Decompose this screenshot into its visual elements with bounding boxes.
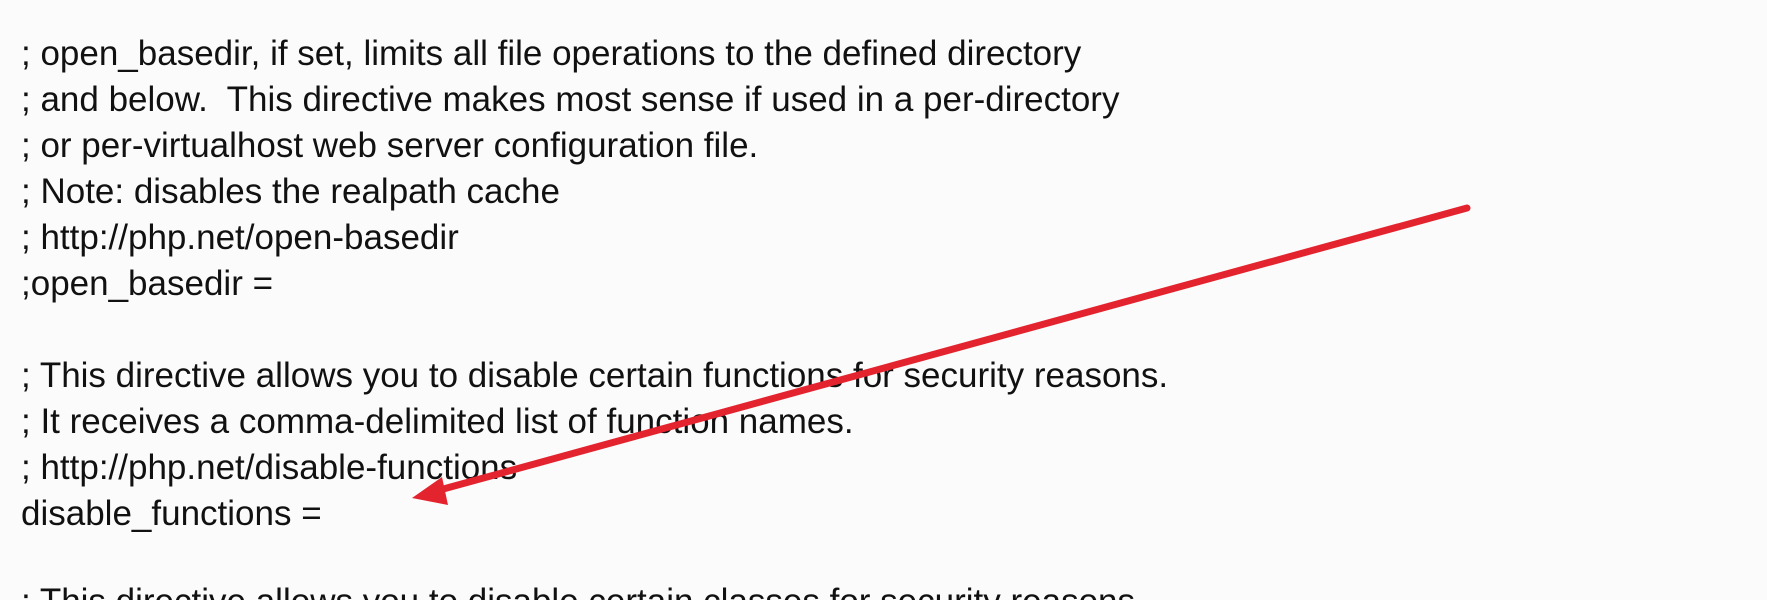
text-line[interactable]: ; This directive allows you to disable c… xyxy=(21,357,1767,403)
text-line[interactable]: ; It receives a comma-delimited list of … xyxy=(21,403,1767,449)
text-line[interactable]: ; and below. This directive makes most s… xyxy=(21,81,1767,127)
text-line[interactable]: ; or per-virtualhost web server configur… xyxy=(21,127,1767,173)
disable-functions-line[interactable]: disable_functions = xyxy=(21,495,1767,541)
text-line[interactable]: ; http://php.net/disable-functions xyxy=(21,449,1767,495)
text-line[interactable]: ; open_basedir, if set, limits all file … xyxy=(21,35,1767,81)
text-line[interactable]: ;open_basedir = xyxy=(21,265,1767,311)
text-line[interactable]: ; Note: disables the realpath cache xyxy=(21,173,1767,219)
text-editor-viewport[interactable]: ; open_basedir, if set, limits all file … xyxy=(0,0,1767,600)
text-content[interactable]: ; open_basedir, if set, limits all file … xyxy=(21,35,1767,587)
text-line-empty[interactable] xyxy=(21,311,1767,357)
text-line[interactable]: ; http://php.net/open-basedir xyxy=(21,219,1767,265)
text-line-empty[interactable] xyxy=(21,541,1767,587)
partial-bottom-text-line[interactable]: ; This directive allows you to disable c… xyxy=(21,583,1145,600)
